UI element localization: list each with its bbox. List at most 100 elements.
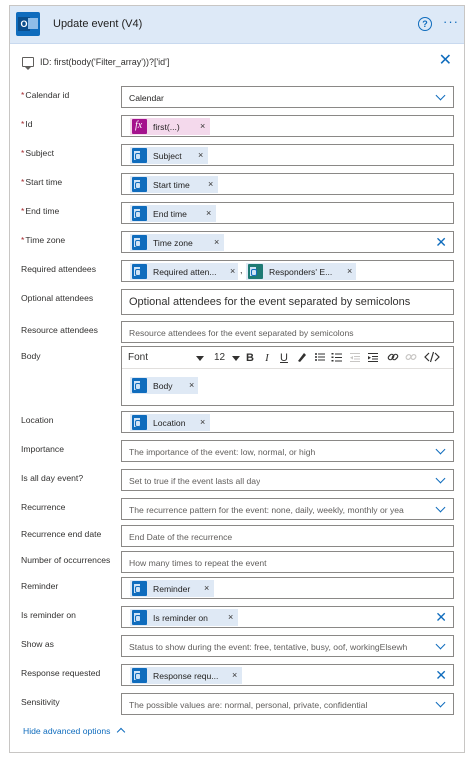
responders-email-token[interactable]: Responders' E... × (246, 263, 356, 280)
response-requested-field[interactable]: Response requ... × ✕ (121, 664, 454, 686)
calendar-id-dropdown[interactable]: Calendar (121, 86, 454, 108)
font-dropdown[interactable]: Font (128, 352, 204, 365)
outlook-icon (132, 235, 147, 250)
label-is-all-day: Is all day event? (21, 473, 84, 483)
decrease-indent-icon (348, 351, 362, 365)
hide-advanced-options-link[interactable]: Hide advanced options (23, 726, 126, 737)
outlook-icon (132, 581, 147, 596)
remove-token-icon[interactable]: × (198, 150, 203, 160)
outlook-icon (132, 610, 147, 625)
chevron-down-icon[interactable] (435, 698, 447, 710)
remove-token-icon[interactable]: × (189, 380, 194, 390)
remove-token-icon[interactable]: × (230, 266, 235, 276)
location-token[interactable]: Location × (130, 414, 210, 431)
sensitivity-dropdown[interactable]: The possible values are: normal, persona… (121, 693, 454, 715)
required-attendees-field[interactable]: Required atten... × , Responders' E... × (121, 260, 454, 282)
comment-icon (22, 57, 34, 70)
remove-token-icon[interactable]: × (232, 670, 237, 680)
importance-dropdown[interactable]: The importance of the event: low, normal… (121, 440, 454, 462)
link-icon[interactable] (386, 351, 400, 365)
label-end-time: *End time (21, 206, 60, 216)
label-body: Body (21, 351, 41, 361)
response-requested-token[interactable]: Response requ... × (130, 667, 242, 684)
editor-toolbar: Font 12 B I U (122, 347, 453, 369)
help-icon[interactable]: ? (418, 17, 432, 31)
chevron-down-icon[interactable] (435, 91, 447, 103)
underline-icon[interactable]: U (278, 351, 290, 365)
label-recurrence-end-date: Recurrence end date (21, 529, 102, 539)
is-all-day-dropdown[interactable]: Set to true if the event lasts all day (121, 469, 454, 491)
recurrence-end-date-input[interactable]: End Date of the recurrence (121, 525, 454, 547)
remove-token-icon[interactable]: × (214, 237, 219, 247)
required-attendees-token[interactable]: Required atten... × (130, 263, 238, 280)
reminder-field[interactable]: Reminder × (121, 577, 454, 599)
clear-icon[interactable]: ✕ (435, 234, 447, 250)
remove-token-icon[interactable]: × (204, 583, 209, 593)
outlook-app-icon: O (16, 12, 40, 36)
remove-token-icon[interactable]: × (347, 266, 352, 276)
remove-token-icon[interactable]: × (206, 208, 211, 218)
optional-attendees-input[interactable]: Optional attendees for the event separat… (121, 289, 454, 315)
card-header[interactable]: O Update event (V4) ? ··· (10, 6, 464, 44)
bold-icon[interactable]: B (244, 351, 256, 365)
unlink-icon (404, 351, 418, 365)
remove-token-icon[interactable]: × (208, 179, 213, 189)
code-view-icon[interactable] (424, 351, 440, 365)
end-time-field[interactable]: End time × (121, 202, 454, 224)
label-required-attendees: Required attendees (21, 264, 97, 274)
time-zone-token[interactable]: Time zone × (130, 234, 224, 251)
label-show-as: Show as (21, 639, 54, 649)
outlook-icon (132, 206, 147, 221)
label-start-time: *Start time (21, 177, 63, 187)
id-expression-text: ID: first(body('Filter_array'))?['id'] (40, 57, 170, 67)
recurrence-dropdown[interactable]: The recurrence pattern for the event: no… (121, 498, 454, 520)
is-reminder-on-token[interactable]: Is reminder on × (130, 609, 238, 626)
chevron-down-icon[interactable] (435, 474, 447, 486)
time-zone-field[interactable]: Time zone × ✕ (121, 231, 454, 253)
show-as-dropdown[interactable]: Status to show during the event: free, t… (121, 635, 454, 657)
increase-indent-icon[interactable] (366, 351, 380, 365)
chevron-down-icon[interactable] (435, 640, 447, 652)
body-rich-text-editor[interactable]: Font 12 B I U Body × (121, 346, 454, 406)
is-reminder-on-field[interactable]: Is reminder on × ✕ (121, 606, 454, 628)
label-reminder: Reminder (21, 581, 59, 591)
end-time-token[interactable]: End time × (130, 205, 216, 222)
id-comment-row: ID: first(body('Filter_array'))?['id'] ✕ (22, 53, 452, 70)
clear-icon[interactable]: ✕ (435, 667, 447, 683)
bullet-list-icon[interactable] (313, 351, 327, 365)
font-size-dropdown[interactable]: 12 (214, 352, 240, 365)
label-number-of-occurrences: Number of occurrences (21, 555, 111, 565)
id-field[interactable]: fx first(...) × (121, 115, 454, 137)
chevron-down-icon[interactable] (435, 445, 447, 457)
subject-field[interactable]: Subject × (121, 144, 454, 166)
start-time-field[interactable]: Start time × (121, 173, 454, 195)
outlook-icon (132, 378, 147, 393)
resource-attendees-input[interactable]: Resource attendees for the event separat… (121, 321, 454, 343)
body-token[interactable]: Body × (130, 377, 198, 394)
italic-icon[interactable]: I (261, 351, 273, 365)
chevron-up-icon (117, 727, 126, 737)
remove-token-icon[interactable]: × (200, 121, 205, 131)
more-options-icon[interactable]: ··· (443, 14, 459, 29)
start-time-token[interactable]: Start time × (130, 176, 218, 193)
card-title: Update event (V4) (53, 18, 143, 30)
chevron-down-icon[interactable] (435, 503, 447, 515)
subject-token[interactable]: Subject × (130, 147, 208, 164)
number-of-occurrences-input[interactable]: How many times to repeat the event (121, 551, 454, 573)
expression-token[interactable]: fx first(...) × (130, 118, 210, 135)
highlight-pen-icon[interactable] (295, 351, 309, 365)
numbered-list-icon[interactable] (330, 351, 344, 365)
label-subject: *Subject (21, 148, 55, 158)
update-event-card: O Update event (V4) ? ··· ID: first(body… (9, 5, 465, 753)
remove-token-icon[interactable]: × (200, 417, 205, 427)
close-icon[interactable]: ✕ (439, 53, 452, 69)
remove-token-icon[interactable]: × (228, 612, 233, 622)
label-id: *Id (21, 119, 33, 129)
label-response-requested: Response requested (21, 668, 101, 678)
clear-icon[interactable]: ✕ (435, 609, 447, 625)
location-field[interactable]: Location × (121, 411, 454, 433)
reminder-token[interactable]: Reminder × (130, 580, 214, 597)
label-calendar-id: *Calendar id (21, 90, 70, 100)
label-location: Location (21, 415, 54, 425)
outlook-icon (132, 177, 147, 192)
